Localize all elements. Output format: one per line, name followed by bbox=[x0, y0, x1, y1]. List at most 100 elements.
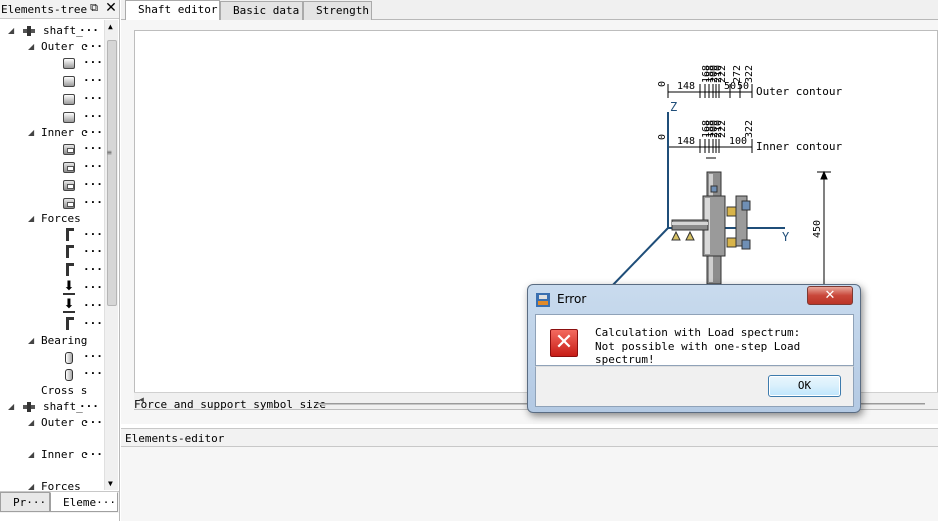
tree-node-ellipsis: ··· bbox=[79, 400, 99, 413]
symbol-size-label: Force and support symbol size bbox=[134, 398, 327, 411]
tree-node-ellipsis: ··· bbox=[83, 228, 103, 241]
tree-node-ellipsis: ··· bbox=[83, 178, 103, 191]
tree-node-ellipsis: ··· bbox=[83, 416, 103, 429]
elements-editor-header: Elements-editor bbox=[121, 428, 938, 447]
collapse-toggle-icon[interactable]: ◢ bbox=[8, 23, 14, 39]
tree-node-ellipsis: ··· bbox=[83, 160, 103, 173]
force-element-icon bbox=[66, 245, 74, 258]
tree-node-ellipsis: ··· bbox=[83, 126, 103, 139]
tree-node-ellipsis: ··· bbox=[83, 110, 103, 123]
bore-segment-icon bbox=[63, 198, 75, 209]
collapse-toggle-icon[interactable]: ◢ bbox=[28, 447, 34, 463]
collapse-toggle-icon[interactable]: ◢ bbox=[28, 125, 34, 141]
tree-item-force[interactable]: ··· bbox=[0, 227, 104, 243]
tree-node-shaft-2[interactable]: ◢ shaft_ ··· bbox=[0, 399, 104, 415]
tree-node-ellipsis: ··· bbox=[83, 299, 103, 312]
tree-item-force[interactable]: ··· bbox=[0, 262, 104, 278]
tree-node-ellipsis: ··· bbox=[83, 263, 103, 276]
elements-tree-panel: Elements-tree ⧉ ✕ ◢ shaft_ ··· ◢ Outer c… bbox=[0, 0, 120, 521]
tree-item-inner-segment[interactable]: ··· bbox=[0, 159, 104, 175]
left-panel-tab-bar: Pr··· Eleme··· bbox=[0, 491, 119, 513]
error-dialog: Error ✕ ✕ Calculation with Load spectrum… bbox=[527, 284, 861, 413]
tree-item-force[interactable]: ··· bbox=[0, 316, 104, 332]
tab-strength[interactable]: Strength bbox=[303, 1, 372, 20]
cylinder-segment-icon bbox=[63, 58, 75, 69]
tree-node-label: Bearing bbox=[41, 334, 88, 347]
tree-vertical-scrollbar[interactable]: ▲ ≡ ▼ bbox=[104, 20, 118, 490]
tree-item-outer-segment[interactable]: ··· bbox=[0, 55, 104, 71]
tree-item-outer-segment[interactable]: ··· bbox=[0, 73, 104, 89]
tree-node-label: Cross s bbox=[41, 384, 88, 397]
tree-node-inner-contour-2[interactable]: ◢ Inner c ··· bbox=[0, 447, 104, 463]
scrollbar-thumb[interactable] bbox=[107, 40, 117, 306]
tab-shaft-editor[interactable]: Shaft editor bbox=[125, 0, 220, 21]
tree-node-ellipsis: ··· bbox=[83, 350, 103, 363]
tree-node-label: Inner c bbox=[41, 448, 88, 461]
tree-node-ellipsis: ··· bbox=[83, 367, 103, 380]
tree-node-ellipsis: ··· bbox=[83, 196, 103, 209]
scroll-grip-icon: ≡ bbox=[107, 148, 112, 157]
cylinder-segment-icon bbox=[63, 94, 75, 105]
tree-node-shaft-1[interactable]: ◢ shaft_ ··· bbox=[0, 23, 104, 39]
tree-item-bearing[interactable]: ··· bbox=[0, 366, 104, 382]
float-panel-icon[interactable]: ⧉ bbox=[88, 2, 100, 14]
tree-node-label: Forces bbox=[41, 212, 81, 225]
tree-item-outer-segment[interactable]: ··· bbox=[0, 91, 104, 107]
ok-button[interactable]: OK bbox=[768, 375, 841, 397]
shaft-icon bbox=[23, 402, 35, 412]
collapse-toggle-icon[interactable]: ◢ bbox=[28, 39, 34, 55]
bore-segment-icon bbox=[63, 162, 75, 173]
elements-editor-title: Elements-editor bbox=[125, 432, 225, 445]
tree-node-outer-contour-2[interactable]: ◢ Outer c ··· bbox=[0, 415, 104, 431]
collapse-toggle-icon[interactable]: ◢ bbox=[8, 399, 14, 415]
close-panel-icon[interactable]: ✕ bbox=[104, 1, 118, 15]
tab-basic-data[interactable]: Basic data bbox=[220, 1, 303, 20]
elements-tree-title: Elements-tree bbox=[1, 3, 88, 16]
force-element-icon bbox=[66, 317, 74, 330]
dialog-close-button[interactable]: ✕ bbox=[807, 286, 853, 305]
tree-item-inner-segment[interactable]: ··· bbox=[0, 141, 104, 157]
bore-segment-icon bbox=[63, 180, 75, 191]
shaft-icon bbox=[23, 26, 35, 36]
bore-segment-icon bbox=[63, 144, 75, 155]
elements-editor-body bbox=[121, 447, 938, 521]
dialog-button-area: OK bbox=[535, 366, 854, 407]
tree-item-inner-segment[interactable]: ··· bbox=[0, 177, 104, 193]
tree-node-outer-contour-1[interactable]: ◢ Outer c ··· bbox=[0, 39, 104, 55]
tree-item-inner-segment[interactable]: ··· bbox=[0, 195, 104, 211]
bearing-icon bbox=[65, 369, 73, 381]
error-x-glyph: ✕ bbox=[554, 330, 574, 355]
down-arrow-force-icon: ⬇ bbox=[63, 297, 75, 313]
tree-node-label: Inner c bbox=[41, 126, 88, 139]
tree-item-force[interactable]: ··· bbox=[0, 244, 104, 260]
dialog-message-area: ✕ Calculation with Load spectrum: Not po… bbox=[535, 314, 854, 366]
tree-node-ellipsis: ··· bbox=[83, 245, 103, 258]
tree-node-ellipsis: ··· bbox=[83, 40, 103, 53]
tree-node-ellipsis: ··· bbox=[83, 92, 103, 105]
tab-elements[interactable]: Eleme··· bbox=[50, 492, 118, 512]
tree-node-label: Outer c bbox=[41, 40, 88, 53]
bearing-icon bbox=[65, 352, 73, 364]
tree-node-inner-contour-1[interactable]: ◢ Inner c ··· bbox=[0, 125, 104, 141]
tab-project[interactable]: Pr··· bbox=[0, 492, 50, 512]
tree-node-ellipsis: ··· bbox=[79, 24, 99, 37]
error-message-line-1: Calculation with Load spectrum: bbox=[595, 326, 801, 339]
tree-item-force[interactable]: ⬇ ··· bbox=[0, 280, 104, 296]
collapse-toggle-icon[interactable]: ◢ bbox=[28, 211, 34, 227]
cylinder-segment-icon bbox=[63, 76, 75, 87]
collapse-toggle-icon[interactable]: ◢ bbox=[28, 415, 34, 431]
collapse-toggle-icon[interactable]: ◢ bbox=[28, 333, 34, 349]
tree-node-label: shaft_ bbox=[43, 400, 83, 413]
tree-item-force[interactable]: ⬇ ··· bbox=[0, 298, 104, 314]
tree-node-cross-section-1[interactable]: Cross s bbox=[0, 383, 104, 399]
tree-node-forces-1[interactable]: ◢ Forces bbox=[0, 211, 104, 227]
tree-item-bearing[interactable]: ··· bbox=[0, 349, 104, 365]
tree-item-outer-segment[interactable]: ··· bbox=[0, 109, 104, 125]
editor-tab-bar: Shaft editor Basic data Strength bbox=[121, 0, 938, 21]
force-element-icon bbox=[66, 228, 74, 241]
scroll-down-icon[interactable]: ▼ bbox=[108, 479, 113, 488]
scroll-up-icon[interactable]: ▲ bbox=[108, 22, 113, 31]
tree-node-ellipsis: ··· bbox=[83, 142, 103, 155]
tree-node-bearing-1[interactable]: ◢ Bearing bbox=[0, 333, 104, 349]
tree-node-ellipsis: ··· bbox=[83, 317, 103, 330]
